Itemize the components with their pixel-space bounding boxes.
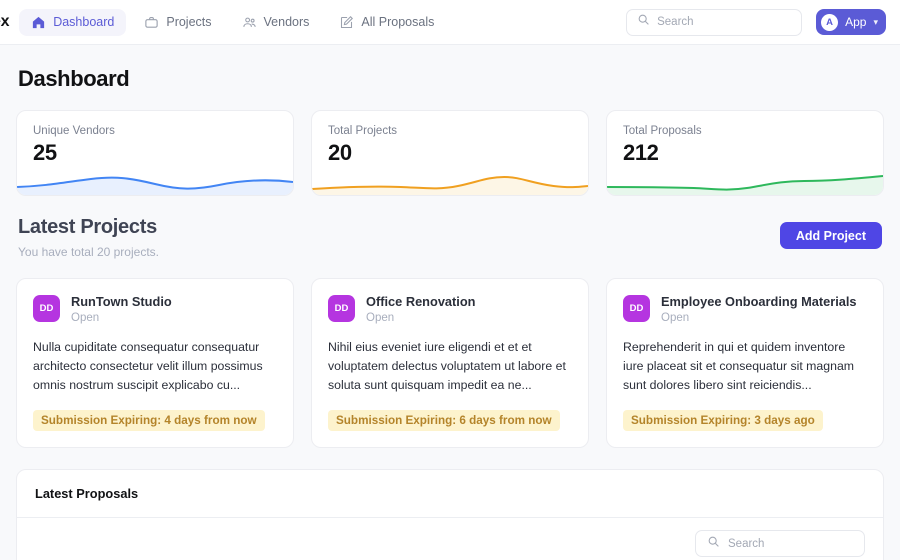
project-card[interactable]: DD Employee Onboarding Materials Open Re… [606,278,884,449]
stat-label: Total Projects [328,125,398,137]
status-badge: Submission Expiring: 6 days from now [328,410,560,432]
stat-card-unique-vendors: Unique Vendors 25 [16,110,294,196]
project-card-header: DD RunTown Studio Open [33,294,277,324]
section-title: Latest Projects [18,216,157,238]
stat-card-total-proposals: Total Proposals 212 [606,110,884,196]
search-icon [707,535,720,553]
sparkline-chart-projects [312,165,588,195]
avatar: DD [623,295,650,322]
panel-title: Latest Proposals [17,470,883,519]
project-card[interactable]: DD RunTown Studio Open Nulla cupiditate … [16,278,294,449]
panel-toolbar [17,518,883,560]
page-title: Dashboard [18,66,130,91]
app-avatar: A [821,13,839,31]
project-description: Nihil eius eveniet iure eligendi et et e… [328,340,566,393]
chevron-down-icon: ▾ [873,16,878,27]
project-card[interactable]: DD Office Renovation Open Nihil eius eve… [311,278,589,449]
status-badge: Submission Expiring: 4 days from now [33,410,265,432]
proposals-search[interactable] [695,530,865,558]
nav-label-vendors: Vendors [263,15,310,29]
nav-label-projects: Projects [166,15,212,29]
nav-item-vendors[interactable]: Vendors [230,9,322,36]
project-name: Office Renovation [366,294,476,309]
brand-logo[interactable]: ex [0,13,19,31]
stat-value: 212 [623,140,659,165]
avatar: DD [33,295,60,322]
users-icon [242,15,257,30]
project-card-header: DD Employee Onboarding Materials Open [623,294,867,324]
stat-label: Total Proposals [623,125,702,137]
stat-card-row: Unique Vendors 25 Total Projects 20 Tota… [16,110,884,196]
search-icon [637,13,650,31]
nav-item-all-proposals[interactable]: All Proposals [327,9,446,36]
project-description: Nulla cupiditate consequatur consequatur… [33,340,263,393]
project-status: Open [661,312,690,325]
project-description: Reprehenderit in qui et quidem inventore… [623,340,855,393]
topbar-right: A App ▾ [626,8,886,36]
latest-projects-header: Latest Projects You have total 20 projec… [16,196,884,259]
sparkline-chart-vendors [17,165,293,195]
add-project-button[interactable]: Add Project [779,222,882,249]
stat-value: 25 [33,140,57,165]
stat-card-total-projects: Total Projects 20 [311,110,589,196]
project-status: Open [71,312,100,325]
latest-proposals-panel: Latest Proposals Project Vendor Amount S… [16,469,884,560]
project-card-row: DD RunTown Studio Open Nulla cupiditate … [16,259,884,449]
project-status: Open [366,312,395,325]
app-menu-button[interactable]: A App ▾ [816,9,886,35]
top-navigation-bar: ex Dashboard Projects Vendors [0,0,900,45]
global-search[interactable] [626,8,803,36]
nav-item-projects[interactable]: Projects [132,9,223,36]
home-icon [31,15,46,30]
project-name: RunTown Studio [71,294,172,309]
project-card-header: DD Office Renovation Open [328,294,572,324]
pencil-square-icon [339,15,354,30]
stat-label: Unique Vendors [33,125,115,137]
stat-value: 20 [328,140,352,165]
nav-item-dashboard[interactable]: Dashboard [19,8,127,36]
briefcase-icon [144,15,159,30]
main-nav: Dashboard Projects Vendors All Proposals [19,8,446,36]
project-name: Employee Onboarding Materials [661,294,857,309]
search-input[interactable] [657,16,792,28]
nav-label-dashboard: Dashboard [53,15,115,29]
page-content: Dashboard Unique Vendors 25 Total Projec… [0,45,900,560]
section-subtitle: You have total 20 projects. [18,245,159,259]
app-menu-label: App [845,15,867,29]
avatar: DD [328,295,355,322]
proposals-search-input[interactable] [728,537,853,550]
nav-label-all-proposals: All Proposals [361,15,435,29]
sparkline-chart-proposals [607,165,883,195]
status-badge: Submission Expiring: 3 days ago [623,410,823,432]
